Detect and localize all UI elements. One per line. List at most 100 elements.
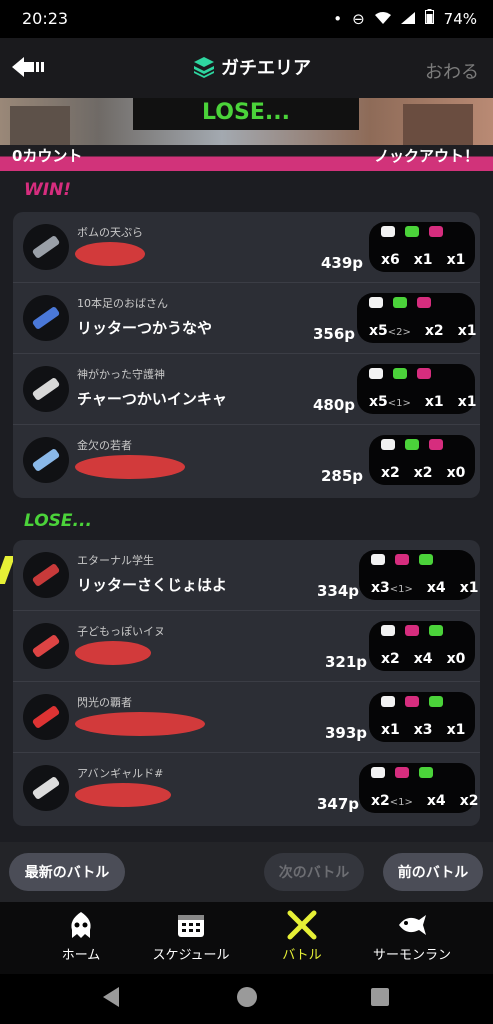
stat-icons (369, 297, 431, 308)
weapon-icon (23, 224, 69, 270)
player-stats: x1 x3 x1 (369, 692, 475, 742)
special-icon (417, 368, 431, 379)
kill-count: x2<1> (371, 793, 413, 809)
player-title: エターナル学生 (77, 554, 154, 567)
kill-icon (369, 368, 383, 379)
player-score: 334p (317, 582, 360, 600)
weapon-icon (23, 694, 69, 740)
stat-icons (381, 439, 443, 450)
tab-battle-label: バトル (282, 948, 322, 963)
redaction-scribble (75, 641, 151, 665)
redaction-scribble (75, 783, 171, 807)
death-icon (405, 696, 419, 707)
signal-icon (400, 10, 415, 28)
banner-building (403, 104, 473, 149)
kill-icon (371, 554, 385, 565)
player-stats: x6 x1 x1 (369, 222, 475, 272)
player-row[interactable]: 子どもっぽいイヌ 321p x2 x4 x0 (13, 611, 480, 682)
player-row[interactable]: 神がかった守護神 チャーつかいインキャ 480p x5<1> x1 x1 (13, 354, 480, 425)
end-button[interactable]: おわる (425, 58, 479, 84)
stat-values: x5<2> x2 x1 (369, 323, 476, 339)
kill-icon (381, 226, 395, 237)
player-row[interactable]: 10本足のおばさん リッターつかうなや 356p x5<2> x2 x1 (13, 283, 480, 354)
player-title: ボムの天ぷら (77, 226, 143, 239)
player-row[interactable]: エターナル学生 リッターさくじょはよ 334p x3<1> x4 x1 (13, 540, 480, 611)
special-count: x1 (459, 580, 479, 596)
redaction-scribble (75, 712, 205, 736)
next-battle-button[interactable]: 次のバトル (264, 853, 364, 891)
death-icon (395, 554, 409, 565)
status-icons: • ⊖ 74% (333, 9, 477, 28)
player-row[interactable]: ボムの天ぷら 439p x6 x1 x1 (13, 212, 480, 283)
battery-icon (424, 9, 434, 28)
stat-values: x1 x3 x1 (381, 722, 465, 738)
win-team-label: WIN! (24, 180, 72, 200)
tab-schedule[interactable]: スケジュール (136, 910, 246, 963)
kill-icon (381, 696, 395, 707)
kill-count: x3<1> (371, 580, 413, 596)
player-row[interactable]: 閃光の覇者 393p x1 x3 x1 (13, 682, 480, 753)
special-count: x1 (457, 394, 477, 410)
player-name: リッターさくじょはよ (77, 576, 228, 594)
stat-values: x6 x1 x1 (381, 252, 465, 268)
kill-icon (369, 297, 383, 308)
kill-count: x2 (381, 465, 400, 481)
home-circle-icon[interactable] (236, 986, 258, 1008)
tab-salmon-run[interactable]: サーモンラン (357, 910, 467, 963)
lose-team-panel: エターナル学生 リッターさくじょはよ 334p x3<1> x4 x1 子どもっぽい… (13, 540, 480, 826)
stat-icons (381, 625, 443, 636)
death-count: x4 (426, 580, 446, 596)
battle-nav-bar: 最新のバトル 次のバトル 前のバトル (0, 842, 493, 902)
player-score: 321p (325, 653, 368, 671)
special-count: x0 (446, 465, 466, 481)
special-icon (429, 625, 443, 636)
kill-count: x1 (381, 722, 400, 738)
player-title: 10本足のおばさん (77, 297, 168, 310)
dnd-icon: ⊖ (352, 9, 365, 28)
tab-home[interactable]: ホーム (26, 910, 136, 963)
player-score: 393p (325, 724, 368, 742)
weapon-icon (23, 366, 69, 412)
stat-values: x2<1> x4 x2 (371, 793, 478, 809)
kill-count: x2 (381, 651, 400, 667)
squid-icon (66, 910, 96, 940)
player-title: 神がかった守護神 (77, 368, 165, 381)
kill-icon (371, 767, 385, 778)
page-title: ガチエリア (221, 58, 311, 79)
player-score: 347p (317, 795, 360, 813)
dot-icon: • (333, 9, 343, 28)
player-name: リッターつかうなや (77, 319, 213, 337)
wifi-icon (374, 10, 391, 28)
back-triangle-icon[interactable] (102, 986, 120, 1008)
back-button[interactable] (12, 56, 46, 78)
special-icon (419, 767, 433, 778)
tab-battle[interactable]: バトル (247, 910, 357, 963)
death-count: x2 (424, 323, 444, 339)
stat-icons (381, 226, 443, 237)
death-count: x2 (413, 465, 433, 481)
player-title: アバンギャルド# (77, 767, 164, 780)
latest-battle-button[interactable]: 最新のバトル (9, 853, 125, 891)
special-count: x2 (459, 793, 479, 809)
player-title: 子どもっぽいイヌ (77, 625, 165, 638)
special-icon (429, 226, 443, 237)
kill-icon (381, 439, 395, 450)
death-count: x1 (424, 394, 444, 410)
redaction-scribble (75, 455, 185, 479)
player-row[interactable]: アバンギャルド# 347p x2<1> x4 x2 (13, 753, 480, 823)
death-count: x3 (413, 722, 433, 738)
stat-values: x3<1> x4 x1 (371, 580, 478, 596)
stat-icons (381, 696, 443, 707)
player-title: 閃光の覇者 (77, 696, 132, 709)
death-icon (405, 625, 419, 636)
status-bar: 20:23 • ⊖ 74% (0, 0, 493, 38)
result-label: LOSE... (202, 100, 290, 125)
player-stats: x2 x2 x0 (369, 435, 475, 485)
player-row[interactable]: 金欠の若者 285p x2 x2 x0 (13, 425, 480, 495)
weapon-icon (23, 437, 69, 483)
recents-square-icon[interactable] (370, 987, 390, 1007)
weapon-icon (23, 623, 69, 669)
prev-battle-button[interactable]: 前のバトル (383, 853, 483, 891)
death-icon (405, 226, 419, 237)
player-stats: x2 x4 x0 (369, 621, 475, 671)
